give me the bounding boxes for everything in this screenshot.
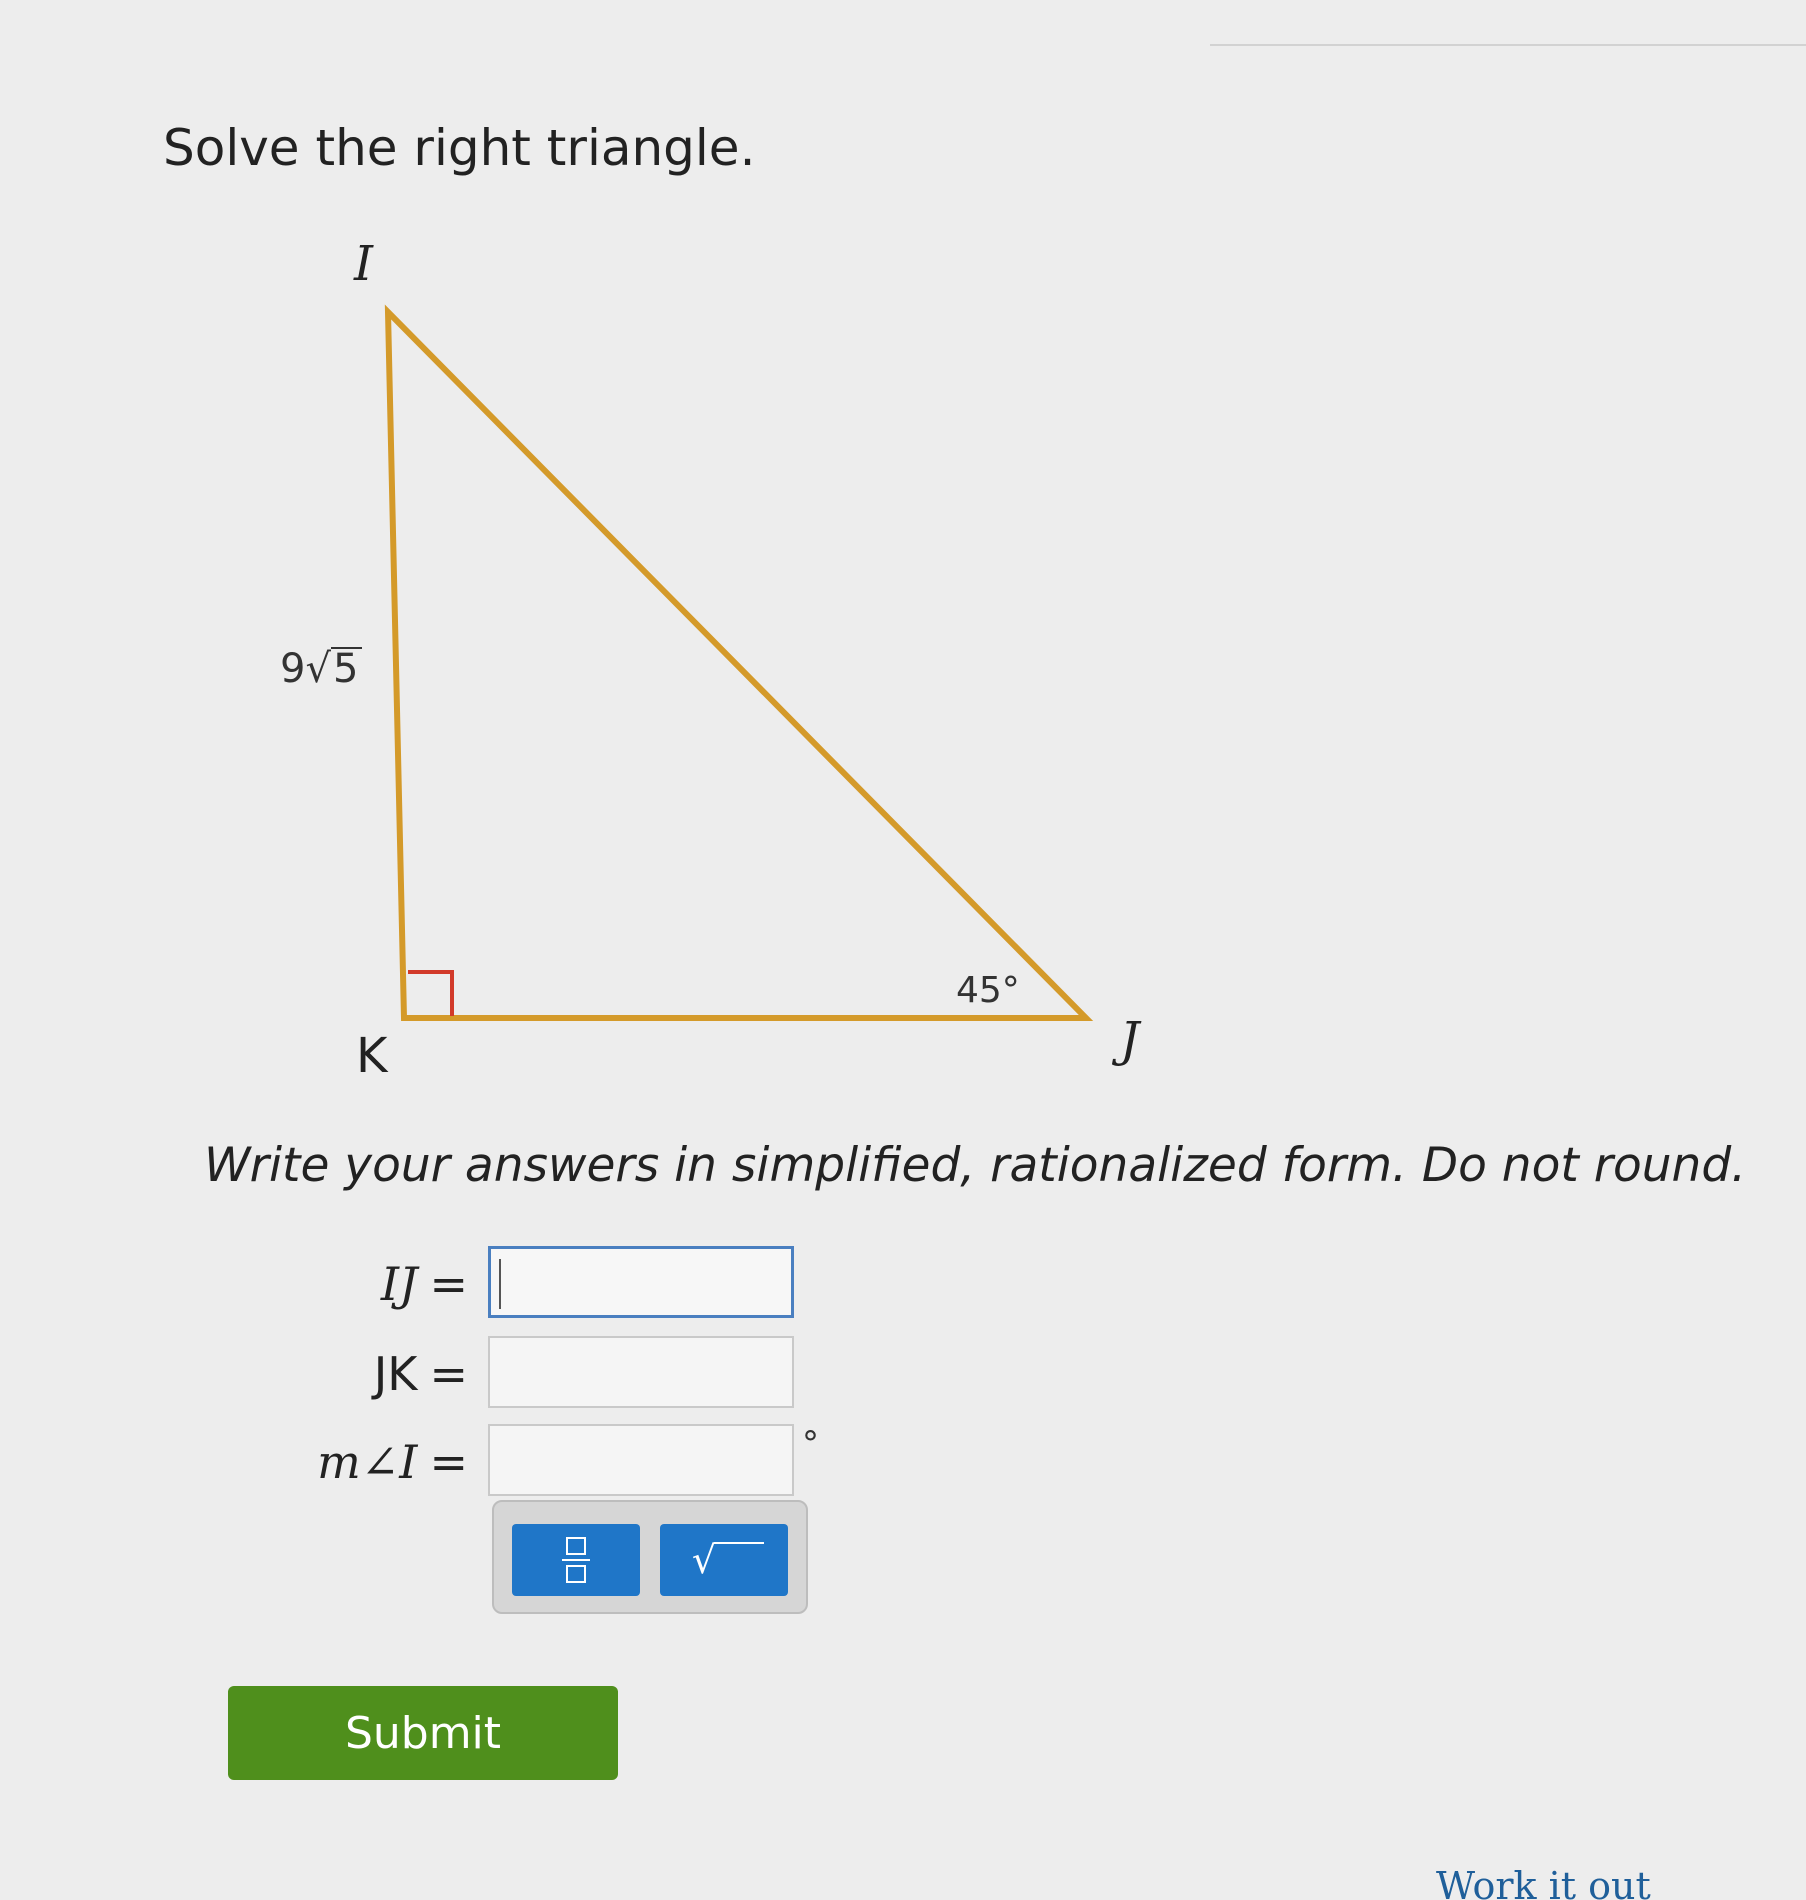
answer-instructions: Write your answers in simplified, ration… — [204, 1138, 1747, 1193]
degree-unit: ° — [802, 1424, 819, 1464]
triangle-ijk — [384, 304, 1094, 1021]
jk-input[interactable] — [488, 1336, 794, 1408]
answer-label-ij-text: IJ — [380, 1257, 418, 1311]
answer-label-jk: JK = — [246, 1336, 468, 1412]
answer-row-jk: JK = — [0, 1336, 900, 1412]
equals-sign: = — [429, 1347, 468, 1401]
ij-input[interactable] — [488, 1246, 794, 1318]
math-input-palette: √ — [492, 1500, 808, 1614]
equals-sign: = — [429, 1435, 468, 1489]
angle-i-input[interactable] — [488, 1424, 794, 1496]
answer-row-ij: IJ = — [0, 1246, 900, 1322]
side-ik-label: 9√5 — [280, 646, 363, 692]
vertex-label-j: J — [1120, 1012, 1140, 1068]
answer-label-jk-text: JK — [373, 1347, 418, 1401]
question-page: Solve the right triangle. I K J 9√5 45° … — [0, 0, 1806, 1900]
side-ik-coefficient: 9 — [280, 646, 306, 692]
equals-sign: = — [429, 1257, 468, 1311]
text-caret — [499, 1259, 501, 1309]
right-angle-marker — [408, 970, 454, 1016]
square-root-icon: √ — [692, 1538, 765, 1582]
fraction-button[interactable] — [512, 1524, 640, 1596]
work-it-out-link[interactable]: Work it out — [1436, 1864, 1651, 1900]
radical-sign: √ — [305, 646, 331, 692]
answer-label-angle-i-text: m∠I — [317, 1435, 418, 1489]
triangle-figure: I K J 9√5 45° — [0, 0, 1806, 1100]
side-ik-radicand: 5 — [330, 647, 363, 689]
fraction-icon — [562, 1537, 590, 1583]
answer-label-ij: IJ = — [246, 1246, 468, 1322]
vertex-label-i: I — [354, 236, 373, 292]
triangle-svg — [384, 304, 1094, 1021]
answer-label-angle-i: m∠I = — [246, 1424, 468, 1500]
square-root-button[interactable]: √ — [660, 1524, 788, 1596]
submit-button[interactable]: Submit — [228, 1686, 618, 1780]
vertex-label-k: K — [356, 1028, 388, 1084]
angle-j-label: 45° — [956, 970, 1020, 1011]
answer-row-angle-i: m∠I = ° — [0, 1424, 900, 1500]
